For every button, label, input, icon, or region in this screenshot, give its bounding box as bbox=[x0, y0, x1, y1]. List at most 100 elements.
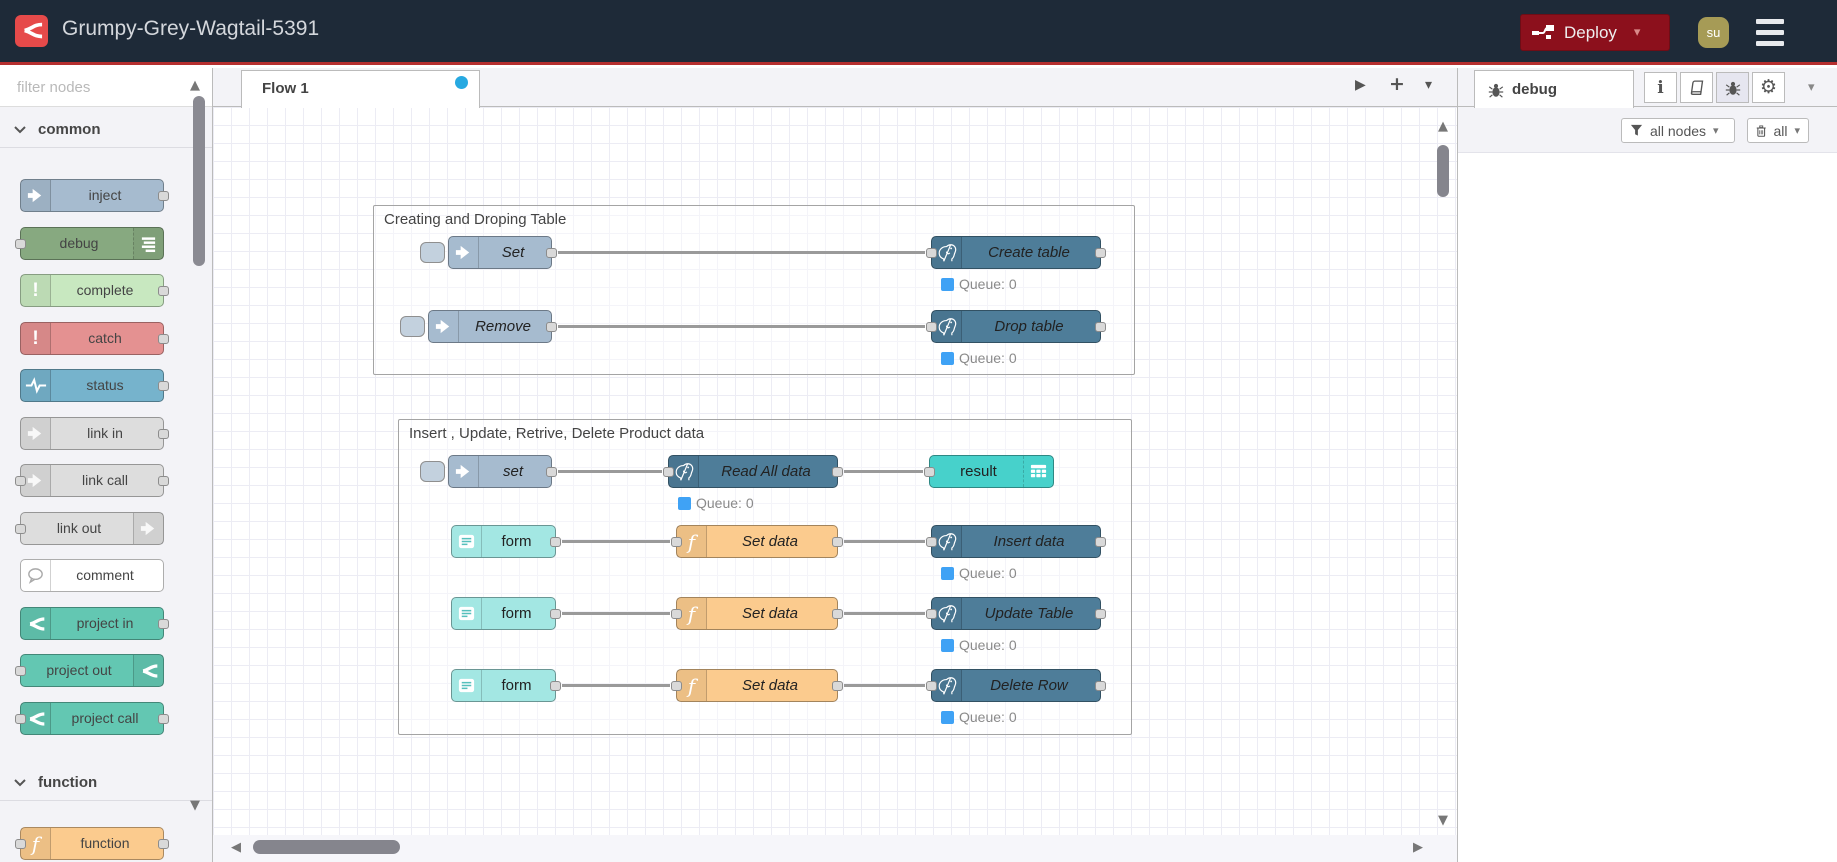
palette-node-project-out[interactable]: project out bbox=[15, 654, 164, 687]
node-set-data[interactable]: f Set data bbox=[671, 525, 843, 558]
palette-scroll-up-icon[interactable]: ▲ bbox=[190, 78, 208, 94]
wire-remove-to-drop[interactable] bbox=[558, 325, 925, 328]
wire-setdata2-to-update[interactable] bbox=[844, 612, 925, 615]
palette-node-comment[interactable]: comment bbox=[20, 559, 164, 592]
node-delete-row[interactable]: Delete Row bbox=[926, 669, 1106, 702]
input-port[interactable] bbox=[671, 609, 682, 619]
deploy-button[interactable]: Deploy ▾ bbox=[1520, 14, 1670, 51]
palette-search[interactable] bbox=[0, 68, 216, 107]
input-port[interactable] bbox=[15, 666, 26, 676]
output-port[interactable] bbox=[550, 681, 561, 691]
canvas-scroll-down-icon[interactable]: ▼ bbox=[1438, 813, 1448, 828]
wire-form1-to-setdata1[interactable] bbox=[562, 540, 670, 543]
debug-filter-button[interactable]: all nodes ▾ bbox=[1621, 118, 1735, 143]
output-port[interactable] bbox=[158, 429, 169, 439]
node-form[interactable]: form bbox=[451, 669, 561, 702]
main-menu-button[interactable] bbox=[1756, 19, 1784, 46]
output-port[interactable] bbox=[550, 609, 561, 619]
output-port[interactable] bbox=[1095, 609, 1106, 619]
output-port[interactable] bbox=[1095, 537, 1106, 547]
wire-form3-to-setdata3[interactable] bbox=[562, 684, 670, 687]
input-port[interactable] bbox=[15, 476, 26, 486]
palette-node-complete[interactable]: ! complete bbox=[20, 274, 169, 307]
input-port[interactable] bbox=[15, 239, 26, 249]
node-set[interactable]: Set bbox=[420, 236, 557, 269]
output-port[interactable] bbox=[546, 248, 557, 258]
output-port[interactable] bbox=[1095, 681, 1106, 691]
node-read-all-data[interactable]: Read All data bbox=[663, 455, 843, 488]
deploy-options-caret[interactable]: ▾ bbox=[1634, 25, 1641, 40]
canvas-scroll-right-icon[interactable]: ▶ bbox=[1413, 840, 1423, 855]
node-update-table[interactable]: Update Table bbox=[926, 597, 1106, 630]
input-port[interactable] bbox=[926, 248, 937, 258]
node-remove[interactable]: Remove bbox=[400, 310, 557, 343]
output-port[interactable] bbox=[550, 537, 561, 547]
node-result[interactable]: result bbox=[924, 455, 1054, 488]
output-port[interactable] bbox=[1095, 248, 1106, 258]
output-port[interactable] bbox=[158, 839, 169, 849]
input-port[interactable] bbox=[671, 681, 682, 691]
add-flow-button[interactable]: + bbox=[1389, 73, 1405, 95]
output-port[interactable] bbox=[158, 714, 169, 724]
tab-scroll-right-icon[interactable]: ▶ bbox=[1355, 77, 1366, 93]
input-port[interactable] bbox=[926, 609, 937, 619]
debug-clear-button[interactable]: all ▾ bbox=[1747, 118, 1809, 143]
palette-node-project-call[interactable]: project call bbox=[15, 702, 169, 735]
category-header-function[interactable]: function bbox=[0, 765, 212, 801]
palette-scrollbar-thumb[interactable] bbox=[193, 96, 205, 266]
output-port[interactable] bbox=[832, 537, 843, 547]
sidebar-options-caret[interactable]: ▾ bbox=[1808, 80, 1815, 95]
node-form[interactable]: form bbox=[451, 525, 561, 558]
output-port[interactable] bbox=[158, 286, 169, 296]
canvas-hscrollbar-track[interactable]: ◀ ▶ bbox=[213, 835, 1457, 862]
output-port[interactable] bbox=[158, 381, 169, 391]
palette-node-debug[interactable]: debug bbox=[15, 227, 164, 260]
canvas-scroll-up-icon[interactable]: ▲ bbox=[1438, 119, 1448, 134]
output-port[interactable] bbox=[546, 467, 557, 477]
palette-node-inject[interactable]: inject bbox=[20, 179, 169, 212]
debug-sidebar-button[interactable] bbox=[1716, 72, 1749, 103]
input-port[interactable] bbox=[926, 537, 937, 547]
config-sidebar-button[interactable]: ⚙ bbox=[1752, 72, 1785, 103]
node-insert-data[interactable]: Insert data bbox=[926, 525, 1106, 558]
wire-form2-to-setdata2[interactable] bbox=[562, 612, 670, 615]
input-port[interactable] bbox=[926, 681, 937, 691]
palette-node-link-in[interactable]: link in bbox=[20, 417, 169, 450]
output-port[interactable] bbox=[158, 334, 169, 344]
wire-set2-to-readall[interactable] bbox=[558, 470, 662, 473]
inject-button[interactable] bbox=[400, 316, 425, 337]
output-port[interactable] bbox=[158, 619, 169, 629]
palette-filter-input[interactable] bbox=[17, 78, 216, 96]
input-port[interactable] bbox=[924, 467, 935, 477]
input-port[interactable] bbox=[15, 714, 26, 724]
inject-button[interactable] bbox=[420, 242, 445, 263]
node-set[interactable]: set bbox=[420, 455, 557, 488]
output-port[interactable] bbox=[546, 322, 557, 332]
output-port[interactable] bbox=[1095, 322, 1106, 332]
output-port[interactable] bbox=[832, 681, 843, 691]
node-drop-table[interactable]: Drop table bbox=[926, 310, 1106, 343]
node-set-data[interactable]: f Set data bbox=[671, 597, 843, 630]
canvas-scroll-left-icon[interactable]: ◀ bbox=[231, 840, 241, 855]
input-port[interactable] bbox=[663, 467, 674, 477]
palette-node-link-out[interactable]: link out bbox=[15, 512, 164, 545]
sidebar-tab-debug[interactable]: debug bbox=[1474, 70, 1634, 108]
input-port[interactable] bbox=[15, 839, 26, 849]
canvas-vscrollbar-thumb[interactable] bbox=[1437, 145, 1449, 197]
flow-canvas[interactable]: ▲ ▼ ◀ ▶ Creating and Droping Table Insert… bbox=[213, 107, 1457, 862]
palette-node-status[interactable]: status bbox=[20, 369, 169, 402]
inject-button[interactable] bbox=[420, 461, 445, 482]
input-port[interactable] bbox=[671, 537, 682, 547]
wire-readall-to-result[interactable] bbox=[844, 470, 923, 473]
palette-node-function[interactable]: f function bbox=[15, 827, 169, 860]
output-port[interactable] bbox=[832, 467, 843, 477]
wire-setdata1-to-insert[interactable] bbox=[844, 540, 925, 543]
flow-list-caret[interactable]: ▾ bbox=[1425, 77, 1432, 93]
info-sidebar-button[interactable]: i bbox=[1644, 72, 1677, 103]
output-port[interactable] bbox=[158, 476, 169, 486]
node-set-data[interactable]: f Set data bbox=[671, 669, 843, 702]
palette-node-project-in[interactable]: project in bbox=[20, 607, 169, 640]
canvas-hscrollbar-thumb[interactable] bbox=[253, 840, 400, 854]
category-header-common[interactable]: common bbox=[0, 112, 212, 148]
flow-group[interactable]: Creating and Droping Table bbox=[373, 205, 1135, 375]
